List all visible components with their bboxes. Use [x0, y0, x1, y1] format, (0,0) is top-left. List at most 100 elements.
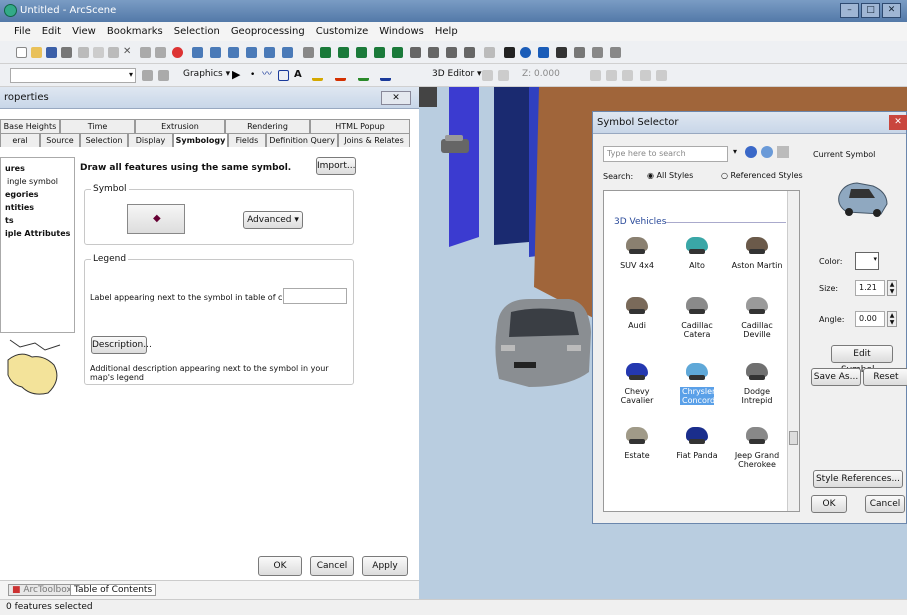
copy-icon[interactable] [93, 47, 104, 58]
advanced-button[interactable]: Advanced ▾ [243, 211, 303, 229]
open-folder-icon[interactable] [31, 47, 42, 58]
show-categories[interactable]: egories [5, 188, 74, 201]
style-references-button[interactable]: Style References... [813, 470, 903, 488]
html-popup-icon[interactable] [538, 47, 549, 58]
close-icon[interactable]: ✕ [889, 115, 907, 130]
paste-icon[interactable] [108, 47, 119, 58]
point-icon[interactable]: • [250, 70, 261, 81]
full-extent-icon[interactable] [464, 47, 475, 58]
fly-icon[interactable] [338, 47, 349, 58]
gallery-scrollbar[interactable] [787, 191, 799, 511]
menu-help[interactable]: Help [435, 26, 458, 37]
menu-customize[interactable]: Customize [316, 26, 369, 37]
pan-icon[interactable] [446, 47, 457, 58]
line-icon[interactable]: 〰 [262, 70, 273, 81]
tab-display[interactable]: Display [128, 133, 173, 147]
apply-button[interactable]: Apply [362, 556, 408, 576]
create-features-icon[interactable] [656, 70, 667, 81]
navigate-icon[interactable] [320, 47, 331, 58]
legend-label-input[interactable] [283, 288, 347, 304]
tab-fields[interactable]: Fields [228, 133, 266, 147]
redo-icon[interactable] [155, 47, 166, 58]
edit-vertices-icon[interactable] [482, 70, 493, 81]
show-multiple-attributes[interactable]: iple Attributes [5, 227, 74, 240]
minimize-button[interactable]: – [840, 3, 859, 18]
tab-selection[interactable]: Selection [80, 133, 128, 147]
search-icon[interactable] [745, 146, 757, 158]
symbol-gallery-item[interactable]: Estate [608, 427, 666, 460]
select-pointer-icon[interactable]: ▶ [232, 69, 243, 81]
search-input[interactable]: Type here to search [603, 146, 728, 162]
tab-html-popup[interactable]: HTML Popup [310, 119, 410, 133]
edit-symbol-button[interactable]: Edit Symbol... [831, 345, 893, 375]
table-of-contents-icon[interactable] [210, 47, 221, 58]
tab-joins-relates[interactable]: Joins & Relates [338, 133, 410, 147]
cancel-button[interactable]: Cancel [310, 556, 354, 576]
menu-edit[interactable]: Edit [42, 26, 61, 37]
tab-rendering[interactable]: Rendering [225, 119, 310, 133]
print-icon[interactable] [61, 47, 72, 58]
referenced-styles-radio[interactable]: ○ Referenced Styles [721, 171, 803, 180]
symbol-gallery-item[interactable]: Alto [668, 237, 726, 270]
table-of-contents-tab[interactable]: Table of Contents [70, 584, 157, 596]
search-options-icon[interactable] [761, 146, 773, 158]
menu-windows[interactable]: Windows [379, 26, 424, 37]
undo-icon[interactable] [140, 47, 151, 58]
angle-stepper[interactable]: ▲ ▼ [887, 311, 897, 327]
arctoolbox-tab[interactable]: ■ ArcToolbox [8, 584, 76, 596]
menu-file[interactable]: File [14, 26, 31, 37]
polygon-icon[interactable] [278, 70, 289, 81]
show-charts[interactable]: ts [5, 214, 74, 227]
tab-symbology[interactable]: Symbology [173, 133, 228, 147]
scene-properties-icon[interactable] [192, 47, 203, 58]
edit-tool-icon[interactable] [142, 70, 153, 81]
color-picker[interactable]: ▾ [855, 252, 879, 270]
tab-definition-query[interactable]: Definition Query [266, 133, 338, 147]
symbol-gallery-item[interactable]: Cadillac Catera [668, 297, 726, 339]
chevron-down-icon[interactable]: ▾ [733, 147, 737, 156]
sketch-properties-icon[interactable] [640, 70, 651, 81]
marker-color-icon[interactable] [312, 70, 323, 81]
show-quantities[interactable]: ntities [5, 201, 74, 214]
fill-color-icon[interactable] [358, 70, 369, 81]
view-mode-icon[interactable] [777, 146, 789, 158]
attributes-icon[interactable] [622, 70, 633, 81]
symbol-preview-button[interactable]: ◆ [127, 204, 185, 234]
select-features-icon[interactable] [484, 47, 495, 58]
symbol-gallery-item[interactable]: Jeep Grand Cherokee [728, 427, 786, 469]
menu-view[interactable]: View [72, 26, 96, 37]
import-button[interactable]: Import... [316, 157, 356, 175]
zoom-to-target-icon[interactable] [374, 47, 385, 58]
add-data-icon[interactable] [172, 47, 183, 58]
tab-extrusion[interactable]: Extrusion [135, 119, 225, 133]
size-input[interactable]: 1.21 [855, 280, 885, 296]
layer-dropdown[interactable]: ▾ [10, 68, 136, 83]
symbol-gallery-item[interactable]: Audi [608, 297, 666, 330]
all-styles-radio[interactable]: ◉ All Styles [647, 171, 693, 180]
delete-icon[interactable]: ✕ [123, 47, 134, 58]
line-color-icon[interactable] [335, 70, 346, 81]
save-icon[interactable] [46, 47, 57, 58]
symbol-gallery-item[interactable]: Chevy Cavalier [608, 363, 666, 405]
catalog-icon[interactable] [228, 47, 239, 58]
menu-geoprocessing[interactable]: Geoprocessing [231, 26, 305, 37]
symbol-ok-button[interactable]: OK [811, 495, 847, 513]
text-icon[interactable]: A [294, 70, 305, 81]
tab-general[interactable]: eral [0, 133, 40, 147]
symbol-gallery-item[interactable]: Cadillac Deville [728, 297, 786, 339]
scrollbar-thumb[interactable] [789, 431, 798, 445]
close-icon[interactable]: ✕ [381, 91, 411, 105]
select-elements-icon[interactable] [504, 47, 515, 58]
font-color-icon[interactable] [380, 70, 391, 81]
ok-button[interactable]: OK [258, 556, 302, 576]
model-builder-icon[interactable] [303, 47, 314, 58]
zoom-in-icon[interactable] [410, 47, 421, 58]
new-document-icon[interactable] [16, 47, 27, 58]
show-features[interactable]: ures [5, 162, 74, 175]
close-window-button[interactable]: ✕ [882, 3, 901, 18]
description-button[interactable]: Description... [91, 336, 152, 354]
reset-button[interactable]: Reset [863, 368, 907, 386]
symbol-cancel-button[interactable]: Cancel [865, 495, 905, 513]
angle-input[interactable]: 0.00 [855, 311, 885, 327]
rotate-icon[interactable] [606, 70, 617, 81]
